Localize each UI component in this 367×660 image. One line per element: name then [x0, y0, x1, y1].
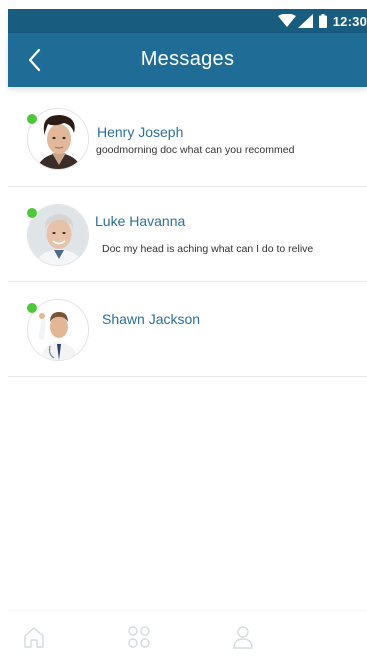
- signal-icon: [297, 14, 313, 28]
- messages-screen: 12:30 Messages Henry Joseph goodmorning …: [0, 0, 367, 660]
- online-indicator: [27, 208, 37, 218]
- message-list: Henry Joseph goodmorning doc what can yo…: [8, 92, 367, 377]
- wifi-icon: [277, 14, 296, 27]
- battery-icon: [318, 14, 327, 28]
- home-icon: [24, 627, 44, 648]
- nav-profile[interactable]: [231, 625, 255, 654]
- online-indicator: [27, 114, 37, 124]
- message-preview: goodmorning doc what can you recommed: [96, 144, 295, 156]
- nav-grid[interactable]: [127, 625, 151, 654]
- message-item-luke-havanna[interactable]: Luke Havanna Doc my head is aching what …: [8, 187, 367, 282]
- status-time: 12:30: [332, 13, 367, 29]
- profile-icon: [233, 626, 253, 649]
- message-preview: Doc my head is aching what can I do to r…: [102, 243, 314, 255]
- app-header: Messages: [8, 33, 367, 87]
- contact-name: Henry Joseph: [97, 124, 184, 140]
- message-item-shawn-jackson[interactable]: Shawn Jackson: [8, 282, 367, 377]
- status-bar: 12:30: [8, 9, 367, 33]
- status-icons: 12:30: [277, 9, 367, 33]
- page-title: Messages: [140, 48, 235, 70]
- bottom-nav: [8, 610, 367, 660]
- message-item-henry-joseph[interactable]: Henry Joseph goodmorning doc what can yo…: [8, 92, 367, 187]
- nav-home[interactable]: [22, 625, 46, 654]
- online-indicator: [27, 303, 37, 313]
- grid-icon: [128, 626, 150, 648]
- contact-name: Shawn Jackson: [102, 311, 201, 327]
- contact-name: Luke Havanna: [95, 213, 186, 229]
